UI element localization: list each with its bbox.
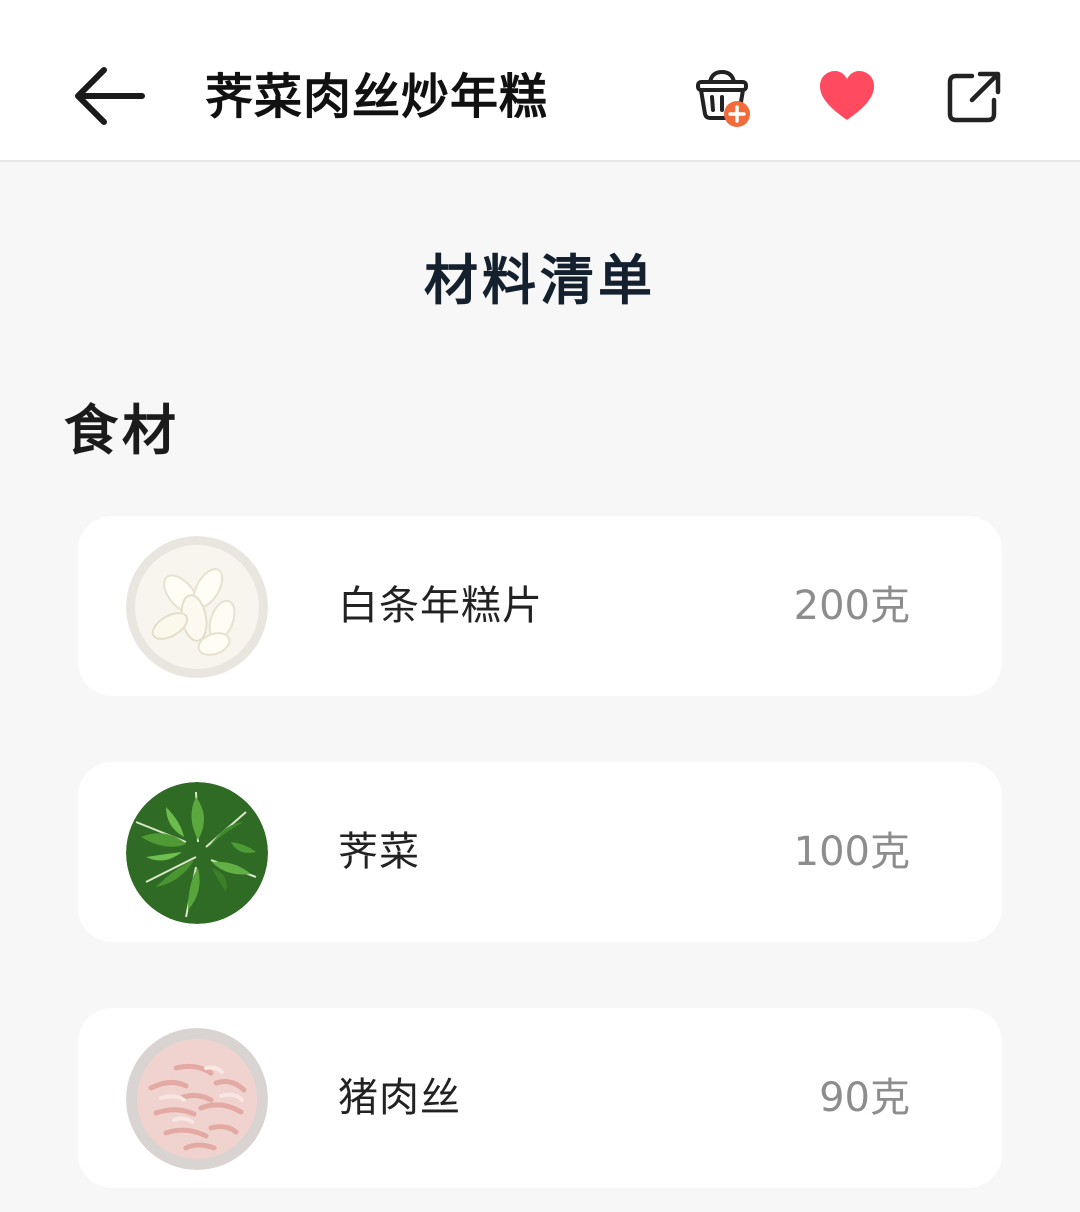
favorite-button[interactable] (816, 66, 878, 128)
ingredient-name: 荠菜 (338, 829, 420, 875)
add-to-basket-button[interactable] (692, 66, 754, 128)
ingredient-name: 猪肉丝 (338, 1075, 461, 1121)
ingredient-card[interactable]: 白条年糕片 200克 (78, 516, 1002, 696)
ingredient-name: 白条年糕片 (338, 583, 543, 629)
ingredient-image-rice-cake (126, 536, 268, 678)
ingredient-card[interactable]: 荠菜 100克 (78, 762, 1002, 942)
back-button[interactable] (70, 62, 150, 130)
share-button[interactable] (944, 66, 1006, 128)
heart-icon (820, 71, 874, 120)
share-external-icon (947, 71, 1001, 123)
ingredient-amount: 100克 (793, 829, 910, 875)
arrow-left-icon (75, 67, 145, 125)
ingredient-image-shepherds-purse (126, 782, 268, 924)
ingredient-amount: 200克 (793, 583, 910, 629)
ingredient-amount: 90克 (819, 1075, 910, 1121)
recipe-title: 荠菜肉丝炒年糕 (205, 69, 549, 125)
ingredient-card[interactable]: 猪肉丝 90克 (78, 1008, 1002, 1188)
ingredient-image-shredded-pork (126, 1028, 268, 1170)
basket-add-icon (696, 69, 750, 127)
recipe-ingredients-screen: 荠菜肉丝炒年糕 材料清单 食材 白条年糕片 200克 荠菜 100克 猪肉丝 9… (0, 0, 1080, 1212)
material-list-title: 材料清单 (424, 249, 656, 312)
ingredients-section-label: 食材 (64, 399, 180, 462)
top-navigation-bar: 荠菜肉丝炒年糕 (0, 0, 1080, 162)
